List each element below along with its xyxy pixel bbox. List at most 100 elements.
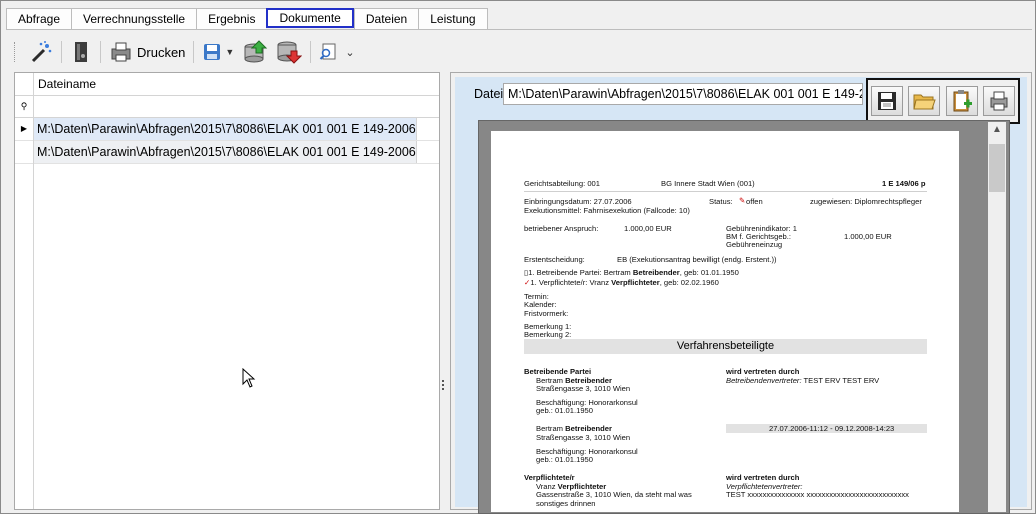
- doc-erstentscheidung-value: EB (Exekutionsantrag bewilligt (endg. Er…: [617, 255, 777, 264]
- documents-grid: Dateiname ⚲ ▶ M:\Daten\Parawin\Abfragen\…: [14, 72, 440, 510]
- doc-bertram2: Bertram Betreibender: [536, 424, 612, 433]
- toolbar-separator: [61, 41, 62, 63]
- doc-einbringungsdatum: Einbringungsdatum: 27.07.2006: [524, 197, 632, 206]
- doc-bertram2-last: Betreibender: [565, 424, 612, 433]
- row-indicator: [15, 141, 34, 163]
- printer-icon: [990, 91, 1008, 111]
- open-folder-button[interactable]: [908, 86, 941, 116]
- doc-vertreter1-value: TEST ERV TEST ERV: [803, 376, 880, 385]
- doc-bertram-addr: Straßengasse 3, 1010 Wien: [536, 384, 631, 393]
- doc-divider: [524, 191, 927, 192]
- filter-cell[interactable]: [34, 96, 439, 117]
- doc-wird-vertreten: wird vertreten durch: [726, 367, 800, 376]
- doc-status-label: Status:: [709, 197, 733, 206]
- scroll-thumb[interactable]: [989, 144, 1005, 192]
- chevron-down-icon: ⌄: [345, 46, 355, 59]
- tab-leistung[interactable]: Leistung: [418, 8, 488, 30]
- doc-erstentscheidung-label: Erstentscheidung:: [524, 255, 585, 264]
- doc-vertreter2-value: TEST xxxxxxxxxxxxxxx xxxxxxxxxxxxxxxxxxx…: [726, 490, 909, 499]
- doc-vertreter1-label: Betreibendenvertreter:: [726, 376, 802, 385]
- tab-divider: [6, 29, 1032, 30]
- doc-status-value: offen: [746, 197, 763, 206]
- doc-partei1-geb: , geb: 01.01.1950: [679, 268, 739, 277]
- doc-fristvormerk: Fristvormerk:: [524, 309, 569, 318]
- pdf-action-buttons: [866, 78, 1020, 124]
- tab-abfrage[interactable]: Abfrage: [6, 8, 72, 30]
- filter-row[interactable]: ⚲: [15, 96, 439, 118]
- doc-partei2: ✓1. Verpflichtete/r: Vranz Verpflichtete…: [524, 278, 719, 287]
- magic-wand-button[interactable]: [25, 38, 57, 66]
- doc-aktenzahl: 1 E 149/06 p: [882, 179, 926, 188]
- tab-dokumente[interactable]: Dokumente: [266, 8, 354, 28]
- section-title: Verfahrensbeteiligte: [676, 340, 775, 352]
- doc-partei2-geb: , geb: 02.02.1960: [659, 278, 719, 287]
- doc-wird-vertreten2: wird vertreten durch: [726, 473, 800, 482]
- save-icon: [204, 44, 221, 60]
- grid-column-line: [33, 73, 34, 509]
- doc-partei1-pre: 1. Betreibende Partei: Bertram: [528, 268, 633, 277]
- doc-exekutionsmittel: Exekutionsmittel: Fahrnisexekution (Fall…: [524, 206, 690, 215]
- doc-anspruch-label: betriebener Anspruch:: [524, 224, 599, 233]
- save-dropdown-button[interactable]: ▼: [198, 38, 238, 66]
- toolbar-grip[interactable]: [14, 42, 17, 62]
- table-row[interactable]: ▶ M:\Daten\Parawin\Abfragen\2015\7\8086\…: [15, 118, 439, 141]
- binder-button[interactable]: [66, 38, 96, 66]
- tab-dateien[interactable]: Dateien: [353, 8, 419, 30]
- doc-kalender: Kalender:: [524, 300, 557, 309]
- doc-bemerkung2: Bemerkung 2:: [524, 330, 572, 339]
- file-label: Datei: [474, 87, 504, 101]
- toolbar-separator: [310, 41, 312, 63]
- grid-header: Dateiname: [15, 73, 439, 96]
- doc-partei2-pre: 1. Verpflichtete/r: Vranz: [530, 278, 612, 287]
- tab-bar: Abfrage Verrechnungsstelle Ergebnis Doku…: [6, 8, 488, 30]
- file-path-field[interactable]: M:\Daten\Parawin\Abfragen\2015\7\8086\EL…: [503, 83, 863, 105]
- toolbar-separator: [100, 41, 101, 63]
- doc-gericht: BG Innere Stadt Wien (001): [661, 179, 755, 188]
- toolbar: Drucken ▼ ⌄: [14, 36, 359, 68]
- row-indicator-icon: ▶: [15, 118, 34, 140]
- database-upload-button[interactable]: [238, 38, 272, 66]
- floppy-disk-icon: [877, 92, 896, 110]
- doc-bertram2-first: Bertram: [536, 424, 566, 433]
- doc-zugewiesen: zugewiesen: Diplomrechtspfleger: [810, 197, 922, 206]
- doc-daterange: 27.07.2006-11:12 - 09.12.2008-14:23: [769, 424, 895, 433]
- database-download-button[interactable]: [272, 38, 306, 66]
- folder-icon: [913, 94, 936, 110]
- database-download-icon: [277, 41, 303, 64]
- table-row[interactable]: M:\Daten\Parawin\Abfragen\2015\7\8086\EL…: [15, 141, 439, 164]
- doc-bertram2-addr: Straßengasse 3, 1010 Wien: [536, 433, 631, 442]
- toolbar-separator: [193, 41, 195, 63]
- column-header-dateiname[interactable]: Dateiname: [34, 73, 96, 95]
- doc-partei1-name: Betreibender: [632, 268, 680, 277]
- tab-ergebnis[interactable]: Ergebnis: [196, 8, 267, 30]
- search-document-icon: [320, 43, 336, 60]
- printer-icon: [111, 42, 131, 62]
- row-indicator-header: [15, 73, 34, 95]
- find-dropdown-button[interactable]: ⌄: [315, 38, 358, 66]
- print-label: Drucken: [137, 44, 186, 60]
- doc-vranz-addr: Gassenstraße 3, 1010 Wien, da steht mal …: [536, 490, 692, 499]
- doc-gerichtsabteilung: Gerichtsabteilung: 001: [524, 179, 600, 188]
- save-pdf-button[interactable]: [870, 86, 903, 116]
- binder-icon: [75, 42, 87, 62]
- print-button[interactable]: Drucken: [105, 38, 189, 66]
- doc-partei2-name: Verpflichteter: [611, 278, 660, 287]
- doc-sonstiges: sonstiges drinnen: [536, 499, 596, 508]
- filename-cell[interactable]: M:\Daten\Parawin\Abfragen\2015\7\8086\EL…: [34, 141, 417, 163]
- mouse-cursor-icon: [242, 368, 256, 388]
- add-to-clipboard-button[interactable]: [945, 86, 978, 116]
- doc-geb1: geb.: 01.01.1950: [536, 406, 594, 415]
- tab-verrechnungsstelle[interactable]: Verrechnungsstelle: [71, 8, 197, 30]
- doc-geb2: geb.: 01.01.1950: [536, 455, 594, 464]
- panel-splitter[interactable]: [441, 378, 445, 394]
- pdf-scrollbar[interactable]: ▲: [988, 122, 1006, 512]
- scroll-up-icon[interactable]: ▲: [992, 124, 1002, 135]
- filter-pin-icon[interactable]: ⚲: [15, 96, 34, 117]
- filename-cell[interactable]: M:\Daten\Parawin\Abfragen\2015\7\8086\EL…: [34, 118, 417, 140]
- doc-vertreter1: Betreibendenvertreter: TEST ERV TEST ERV: [726, 376, 879, 385]
- pen-icon: ✎: [739, 196, 746, 205]
- print-pdf-button[interactable]: [983, 86, 1016, 116]
- clipboard-add-icon: [953, 90, 972, 112]
- doc-anspruch-value: 1.000,00 EUR: [624, 224, 672, 233]
- doc-bm-geb-value: 1.000,00 EUR: [844, 232, 892, 241]
